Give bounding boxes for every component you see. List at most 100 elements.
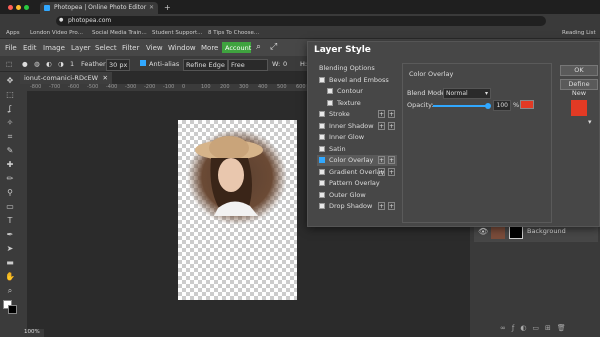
path-select-tool-icon[interactable]: ➤ [5, 244, 15, 254]
delete-layer-icon[interactable]: 🗑 [557, 324, 572, 332]
document-canvas[interactable] [178, 120, 297, 300]
style-item-inner-shadow[interactable]: Inner Shadow + + [317, 121, 397, 132]
healing-tool-icon[interactable]: ✚ [5, 160, 15, 170]
zoom-tool-icon[interactable]: ⌕ [5, 286, 15, 296]
marquee-tool-icon[interactable]: ⬚ [5, 90, 15, 100]
shape-tool-icon[interactable]: ▬ [5, 258, 15, 268]
browser-tab[interactable]: Photopea | Online Photo Editor ✕ [40, 2, 158, 14]
stamp-tool-icon[interactable]: ⚲ [5, 188, 15, 198]
minimize-window-button[interactable] [16, 5, 21, 10]
width-value[interactable]: 0 [283, 60, 287, 68]
style-item-stroke[interactable]: Stroke + + [317, 109, 397, 120]
adjust-icon[interactable]: ◐ [520, 324, 532, 332]
ok-button[interactable]: OK [560, 65, 598, 76]
bookmark-3[interactable]: Student Support... [152, 30, 202, 36]
group-icon[interactable]: ▭ [532, 324, 545, 332]
menu-more[interactable]: More [201, 44, 218, 52]
feather-input[interactable]: 30 px [106, 59, 131, 71]
style-checkbox[interactable] [327, 99, 333, 106]
style-item-gradient-overlay[interactable]: Gradient Overlay + + [317, 167, 397, 178]
zoom-level[interactable]: 100% [22, 329, 44, 337]
visibility-eye-icon[interactable]: 👁 [478, 227, 488, 236]
add-style-icon[interactable]: + [378, 202, 385, 210]
style-checkbox[interactable] [319, 122, 325, 129]
brush-tool-icon[interactable]: ✏ [5, 174, 15, 184]
add-style-icon[interactable]: + [388, 156, 395, 164]
menu-select[interactable]: Select [95, 44, 117, 52]
add-style-icon[interactable]: + [388, 121, 395, 130]
style-item-drop-shadow[interactable]: Drop Shadow + + [317, 201, 397, 212]
fullscreen-icon[interactable]: ⤢ [270, 42, 277, 52]
menu-window[interactable]: Window [168, 44, 196, 52]
account-button[interactable]: Account [222, 42, 251, 53]
menu-layer[interactable]: Layer [71, 44, 91, 52]
background-color-swatch[interactable] [8, 305, 17, 314]
style-checkbox[interactable] [319, 191, 325, 198]
menu-filter[interactable]: Filter [122, 44, 139, 52]
close-window-button[interactable] [8, 5, 13, 10]
eraser-tool-icon[interactable]: ▭ [5, 202, 15, 212]
brush-size-value[interactable]: 1 [70, 60, 74, 68]
pen-tool-icon[interactable]: ✒ [5, 230, 15, 240]
menu-image[interactable]: Image [43, 44, 65, 52]
reading-list[interactable]: Reading List [562, 30, 596, 36]
url-field[interactable]: ● photopea.com [56, 16, 546, 26]
add-style-icon[interactable]: + [378, 110, 385, 118]
opacity-slider-handle[interactable] [485, 103, 491, 109]
maximize-window-button[interactable] [24, 5, 29, 10]
document-tab[interactable]: ionut-comanici-RDcEW ✕ [20, 72, 112, 84]
style-checkbox[interactable] [319, 168, 325, 175]
hand-tool-icon[interactable]: ✋ [5, 272, 15, 282]
subtract-selection-icon[interactable]: ◐ [46, 60, 52, 68]
style-item-color-overlay[interactable]: Color Overlay + + [317, 155, 397, 166]
menu-view[interactable]: View [146, 44, 163, 52]
style-checkbox[interactable] [319, 203, 325, 209]
bookmark-2[interactable]: Social Media Train... [92, 30, 147, 36]
define-new-button[interactable]: Define New [560, 79, 598, 97]
add-selection-icon[interactable]: ◍ [34, 60, 40, 68]
style-checkbox[interactable] [319, 157, 325, 163]
add-style-icon[interactable]: + [388, 202, 395, 210]
close-tab-icon[interactable]: ✕ [149, 4, 154, 11]
style-select[interactable]: Free [228, 59, 268, 71]
style-item-inner-glow[interactable]: Inner Glow [317, 132, 397, 143]
new-tab-icon[interactable]: + [164, 3, 171, 12]
move-tool-icon[interactable]: ✥ [5, 76, 15, 86]
style-checkbox[interactable] [319, 76, 325, 83]
style-checkbox[interactable] [319, 111, 325, 117]
opacity-input[interactable]: 100 [493, 100, 511, 111]
intersect-selection-icon[interactable]: ◑ [58, 60, 64, 68]
menu-file[interactable]: File [5, 44, 17, 52]
style-checkbox[interactable] [319, 145, 325, 152]
add-style-icon[interactable]: + [388, 167, 395, 176]
refine-edge-button[interactable]: Refine Edge [183, 59, 228, 71]
style-item-texture[interactable]: Texture [317, 98, 397, 109]
style-item-contour[interactable]: Contour [317, 86, 397, 97]
style-item-blending-options[interactable]: Blending Options [317, 63, 397, 74]
search-icon[interactable]: ⌕ [256, 42, 261, 52]
style-item-pattern-overlay[interactable]: Pattern Overlay [317, 178, 397, 189]
lasso-tool-icon[interactable]: ʆ [5, 104, 15, 114]
bookmark-4[interactable]: 8 Tips To Choose... [208, 30, 259, 36]
anti-alias-checkbox[interactable] [140, 59, 146, 67]
magic-wand-tool-icon[interactable]: ✧ [5, 118, 15, 128]
style-checkbox[interactable] [319, 180, 325, 186]
new-selection-icon[interactable]: ● [22, 60, 28, 68]
bookmark-1[interactable]: London Video Pro... [30, 30, 83, 36]
crop-tool-icon[interactable]: ⌗ [5, 132, 15, 142]
new-layer-icon[interactable]: ⊞ [545, 324, 557, 332]
add-style-icon[interactable]: + [378, 156, 385, 164]
menu-edit[interactable]: Edit [23, 44, 37, 52]
opacity-slider-track[interactable] [433, 103, 491, 109]
chevron-down-icon[interactable]: ▾ [588, 118, 592, 126]
blend-mode-select[interactable]: Normal ▾ [443, 88, 491, 99]
bookmark-apps[interactable]: Apps [6, 30, 20, 36]
eyedropper-tool-icon[interactable]: ✎ [5, 146, 15, 156]
style-item-outer-glow[interactable]: Outer Glow [317, 190, 397, 201]
overlay-color-swatch[interactable] [520, 100, 534, 109]
style-checkbox[interactable] [319, 134, 325, 140]
type-tool-icon[interactable]: T [5, 216, 15, 226]
style-checkbox[interactable] [327, 88, 333, 94]
style-item-satin[interactable]: Satin [317, 144, 397, 155]
close-document-icon[interactable]: ✕ [103, 74, 108, 82]
